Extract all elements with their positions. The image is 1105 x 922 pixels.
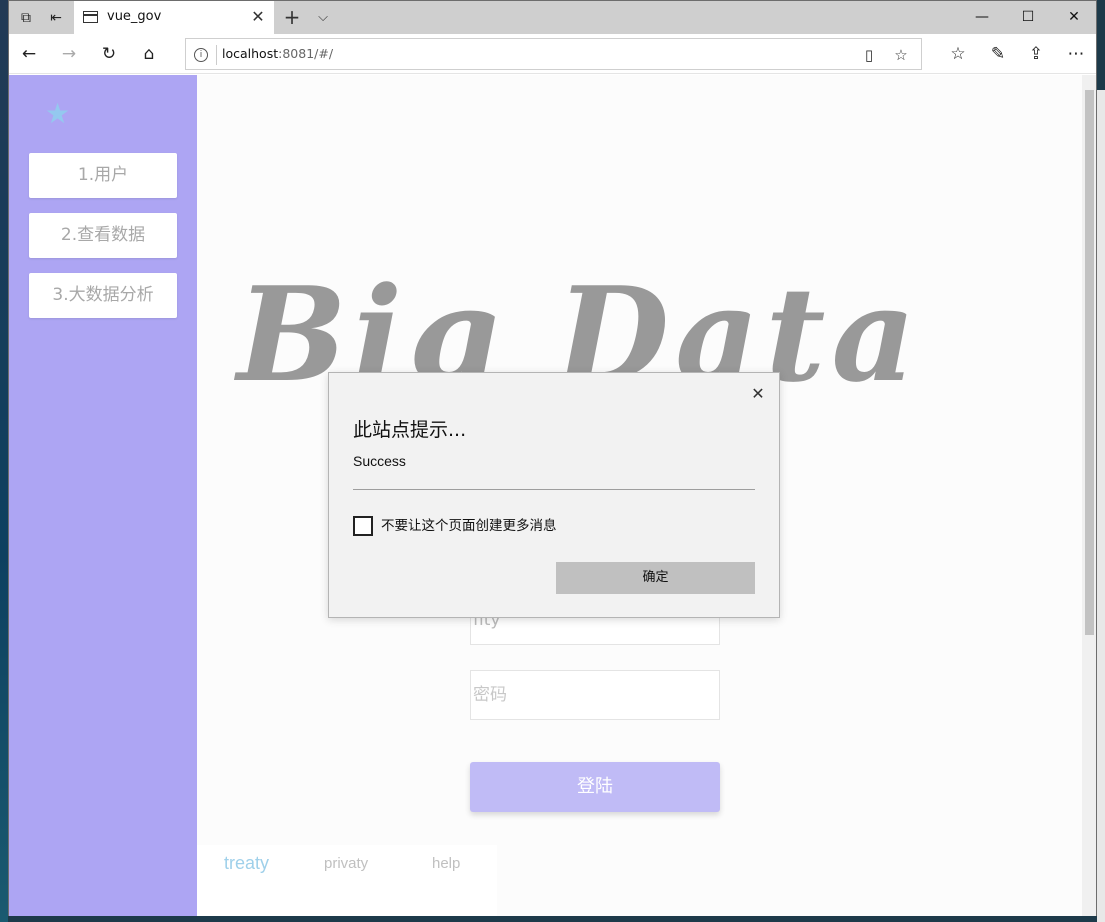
suppress-messages-label[interactable]: 不要让这个页面创建更多消息 (381, 516, 557, 536)
ok-button[interactable]: 确定 (556, 562, 755, 594)
pen-icon[interactable]: ✎ (986, 42, 1010, 66)
tab-vue-gov[interactable]: vue_gov ✕ (74, 1, 274, 34)
dialog-divider (353, 489, 755, 490)
home-icon[interactable]: ⌂ (137, 42, 161, 66)
password-field[interactable] (470, 670, 720, 720)
url-text[interactable]: localhost:8081/#/ (222, 46, 333, 61)
favorite-star-icon[interactable]: ☆ (891, 45, 911, 65)
minimize-button[interactable]: — (959, 1, 1005, 34)
back-arrow-icon[interactable]: ← (17, 42, 41, 66)
info-icon[interactable]: i (194, 48, 208, 62)
forward-arrow-icon[interactable]: → (57, 42, 81, 66)
dialog-message: Success (353, 453, 406, 469)
sidebar-item-big-data-analysis[interactable]: 3.大数据分析 (29, 273, 177, 318)
dialog-title: 此站点提示... (353, 419, 467, 441)
footer-link-privaty[interactable]: privaty (324, 855, 368, 872)
chevron-down-icon[interactable]: ⌵ (312, 7, 334, 29)
reading-view-icon[interactable]: ▯ (859, 45, 879, 65)
refresh-icon[interactable]: ↻ (97, 42, 121, 66)
sidebar-item-users[interactable]: 1.用户 (29, 153, 177, 198)
set-tabs-aside-icon[interactable]: ⧉ (17, 9, 35, 27)
footer-link-help[interactable]: help (432, 855, 460, 872)
share-icon[interactable]: ⇪ (1024, 42, 1048, 66)
tab-title: vue_gov (107, 9, 162, 24)
alert-dialog: ✕ 此站点提示... Success 不要让这个页面创建更多消息 确定 (328, 372, 780, 618)
sidebar-item-view-data[interactable]: 2.查看数据 (29, 213, 177, 258)
favorites-list-icon[interactable]: ☆ (946, 42, 970, 66)
close-tab-icon[interactable]: ✕ (248, 7, 268, 27)
maximize-button[interactable]: ☐ (1005, 1, 1051, 34)
scrollbar-thumb[interactable] (1085, 90, 1094, 635)
footer-links: treaty privaty help (197, 845, 497, 916)
desktop-background (0, 0, 8, 922)
close-icon[interactable]: ✕ (747, 383, 769, 405)
vertical-scrollbar[interactable] (1082, 75, 1096, 916)
address-divider (216, 45, 217, 65)
navigation-bar: ← → ↻ ⌂ i localhost:8081/#/ ▯ ☆ ☆ ✎ ⇪ ⋯ (9, 34, 1096, 74)
suppress-messages-checkbox[interactable] (353, 516, 373, 536)
page-icon (83, 11, 98, 23)
login-button[interactable]: 登陆 (470, 762, 720, 812)
password-input[interactable] (471, 671, 719, 719)
browser-window: ⧉ ⇤ vue_gov ✕ + ⌵ — ☐ ✕ ← → ↻ ⌂ i localh… (8, 0, 1097, 916)
tabs-aside-icon[interactable]: ⇤ (47, 9, 65, 27)
sidebar: ★ 1.用户 2.查看数据 3.大数据分析 (9, 75, 197, 916)
close-window-button[interactable]: ✕ (1051, 1, 1097, 34)
title-bar: ⧉ ⇤ vue_gov ✕ + ⌵ — ☐ ✕ (9, 1, 1096, 34)
new-tab-icon[interactable]: + (281, 6, 303, 28)
footer-link-treaty[interactable]: treaty (224, 853, 269, 874)
address-bar[interactable]: i localhost:8081/#/ ▯ ☆ (185, 38, 922, 70)
star-icon: ★ (45, 97, 71, 130)
more-menu-icon[interactable]: ⋯ (1064, 42, 1088, 66)
desktop-background-right (1097, 90, 1105, 922)
